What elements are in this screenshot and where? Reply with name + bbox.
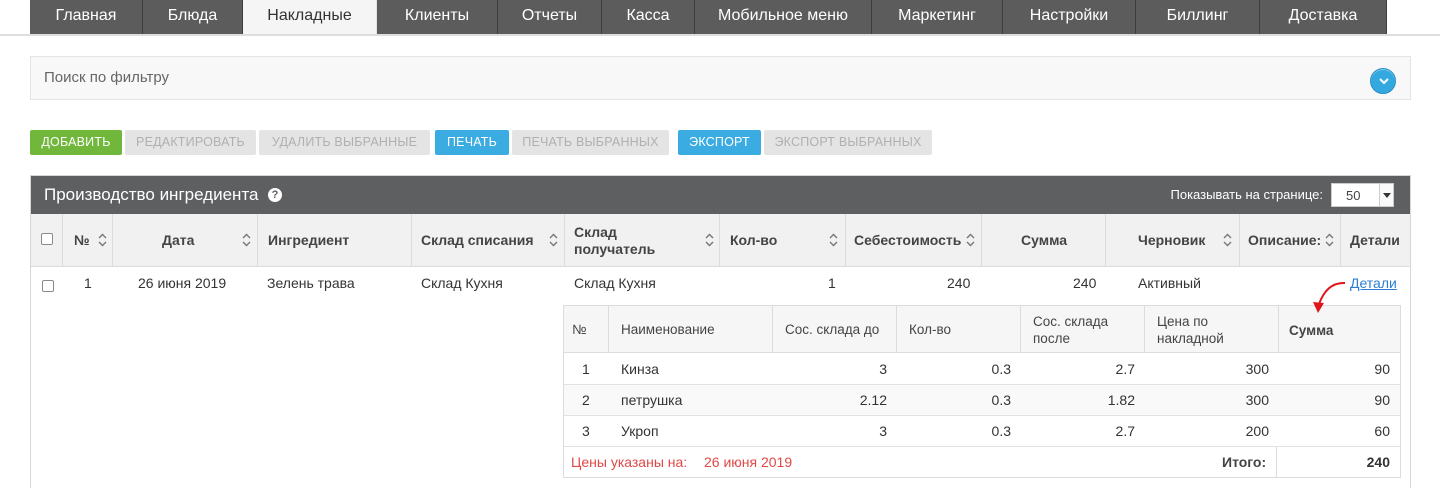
tab-dishes[interactable]: Блюда bbox=[143, 0, 243, 34]
total-value: 240 bbox=[1366, 454, 1390, 470]
edit-button[interactable]: Редактировать bbox=[125, 130, 256, 155]
export-button[interactable]: Экспорт bbox=[678, 130, 761, 155]
details-header: № Наименование Сос. склада до Кол-во Сос… bbox=[564, 306, 1400, 353]
tab-mobile-menu[interactable]: Мобильное меню bbox=[695, 0, 872, 34]
tab-invoices[interactable]: Накладные bbox=[243, 0, 377, 34]
details-row: 1 Кинза 3 0.3 2.7 300 90 bbox=[564, 354, 1400, 385]
invoice-details-table: № Наименование Сос. склада до Кол-во Сос… bbox=[563, 305, 1401, 478]
tab-delivery[interactable]: Доставка bbox=[1260, 0, 1387, 34]
tab-main[interactable]: Главная bbox=[30, 0, 143, 34]
tab-clients[interactable]: Клиенты bbox=[377, 0, 498, 34]
prices-date-note: Цены указаны на: bbox=[571, 454, 688, 470]
total-label: Итого: bbox=[1222, 454, 1267, 470]
tab-cashier[interactable]: Касса bbox=[602, 0, 695, 34]
delete-selected-button[interactable]: Удалить выбранные bbox=[259, 130, 430, 155]
row-qty: 1 bbox=[828, 275, 836, 291]
print-button[interactable]: Печать bbox=[435, 130, 509, 155]
details-header-qty: Кол-во bbox=[897, 306, 1021, 353]
tab-billing[interactable]: Биллинг bbox=[1136, 0, 1260, 34]
details-header-price: Цена по накладной bbox=[1145, 306, 1279, 353]
add-button[interactable]: Добавить bbox=[30, 130, 122, 155]
tab-reports[interactable]: Отчеты bbox=[498, 0, 602, 34]
details-footer: Цены указаны на: 26 июня 2019 Итого: 240 bbox=[564, 447, 1400, 478]
row-date: 26 июня 2019 bbox=[138, 275, 227, 291]
row-num: 1 bbox=[84, 275, 92, 291]
details-header-stock-after: Сос. склада после bbox=[1021, 306, 1145, 353]
annotation-arrow-icon bbox=[1313, 281, 1346, 313]
details-header-stock-before: Сос. склада до bbox=[773, 306, 897, 353]
filter-bar[interactable]: Поиск по фильтру bbox=[30, 56, 1411, 100]
details-link[interactable]: Детали bbox=[1350, 275, 1397, 291]
details-header-name: Наименование bbox=[609, 306, 773, 353]
filter-toggle-button[interactable] bbox=[1370, 68, 1396, 94]
row-warehouse-to: Склад Кухня bbox=[574, 275, 656, 291]
tab-marketing[interactable]: Маркетинг bbox=[872, 0, 1003, 34]
export-selected-button[interactable]: Экспорт выбранных bbox=[764, 130, 932, 155]
details-row: 3 Укроп 3 0.3 2.7 200 60 bbox=[564, 416, 1400, 447]
footer-divider bbox=[1276, 447, 1277, 478]
row-warehouse-from: Склад Кухня bbox=[421, 275, 503, 291]
chevron-down-icon bbox=[1379, 78, 1389, 85]
print-selected-button[interactable]: Печать выбранных bbox=[512, 130, 669, 155]
row-cost: 240 bbox=[947, 275, 971, 291]
tab-settings[interactable]: Настройки bbox=[1003, 0, 1136, 34]
ingredient-production-panel: Производство ингредиента ? Показывать на… bbox=[30, 175, 1411, 488]
top-navigation: Главная Блюда Накладные Клиенты Отчеты К… bbox=[0, 0, 1440, 36]
details-row: 2 петрушка 2.12 0.3 1.82 300 90 bbox=[564, 385, 1400, 416]
row-sum: 240 bbox=[1073, 275, 1097, 291]
row-checkbox[interactable] bbox=[42, 280, 54, 292]
row-draft-status: Активный bbox=[1138, 275, 1201, 291]
filter-label: Поиск по фильтру bbox=[44, 69, 170, 86]
prices-date: 26 июня 2019 bbox=[704, 454, 793, 470]
details-header-num: № bbox=[564, 306, 609, 353]
row-ingredient: Зелень трава bbox=[267, 275, 355, 291]
